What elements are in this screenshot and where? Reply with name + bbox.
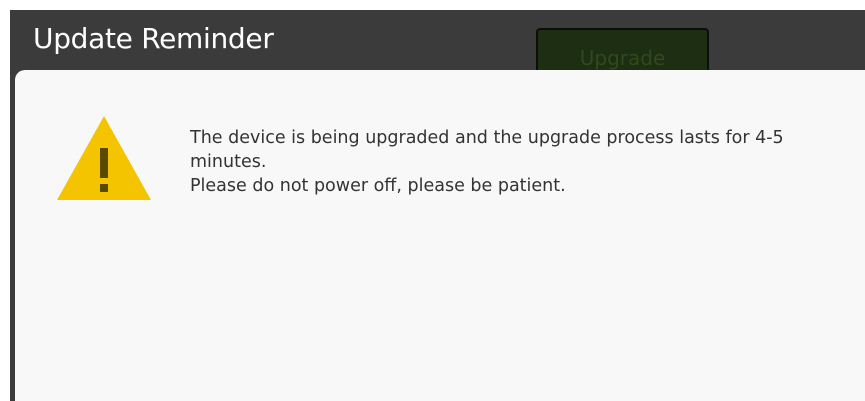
update-reminder-window: Update Reminder Upgrade The device is be… [10,10,865,401]
warning-triangle-icon [57,116,151,200]
window-title: Update Reminder [33,22,274,55]
message-line-power-warning: Please do not power off, please be patie… [190,176,566,196]
update-dialog: The device is being upgraded and the upg… [15,70,865,401]
upgrade-message: The device is being upgraded and the upg… [190,126,860,198]
message-line-duration: The device is being upgraded and the upg… [190,128,784,172]
